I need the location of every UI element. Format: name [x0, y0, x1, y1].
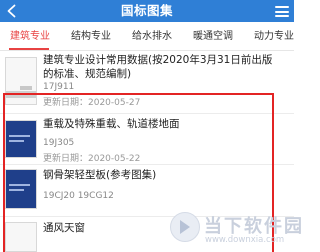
tab-water-supply-drainage[interactable]: 给水排水 — [132, 22, 172, 51]
tab-architecture[interactable]: 建筑专业 — [10, 22, 50, 51]
tab-structure[interactable]: 结构专业 — [71, 22, 111, 51]
list-item[interactable]: 钢骨架轻型板(参考图集) 19CJ20 19CG12 — [0, 165, 294, 216]
watermark-url: www.downxia.com — [205, 235, 285, 245]
item-title: 重载及特殊重载、轨道楼地面 — [43, 118, 180, 130]
item-code: 19J305 — [43, 138, 75, 148]
tab-power[interactable]: 动力专业 — [254, 22, 294, 51]
page-title: 国标图集 — [120, 3, 173, 18]
item-thumbnail — [5, 169, 37, 209]
item-title: 建筑专业设计常用数据(按2020年3月31日前出版的标准、规范编制) — [43, 54, 273, 80]
list-item[interactable]: 重载及特殊重载、轨道楼地面 19J305 更新日期：2020-05-22 — [0, 114, 294, 164]
item-code: 17J911 — [43, 82, 75, 92]
active-tab-indicator — [9, 48, 49, 50]
item-code: 19CJ20 19CG12 — [43, 191, 114, 201]
item-thumbnail — [5, 120, 37, 158]
app-header: 国标图集 — [0, 0, 294, 22]
item-thumbnail — [5, 222, 37, 252]
watermark: 当下软件园 www.downxia.com — [170, 210, 302, 250]
item-thumbnail — [5, 57, 37, 105]
item-update-date: 更新日期：2020-05-22 — [43, 154, 141, 164]
watermark-logo-icon — [170, 212, 200, 242]
list-item[interactable]: 建筑专业设计常用数据(按2020年3月31日前出版的标准、规范编制) 17J91… — [0, 51, 294, 113]
item-title: 钢骨架轻型板(参考图集) — [43, 169, 157, 181]
category-tabs: 建筑专业 结构专业 给水排水 暖通空调 动力专业 — [0, 22, 294, 51]
item-update-date: 更新日期：2020-05-27 — [43, 98, 141, 108]
tab-hvac[interactable]: 暖通空调 — [193, 22, 233, 51]
menu-icon[interactable] — [275, 6, 289, 17]
